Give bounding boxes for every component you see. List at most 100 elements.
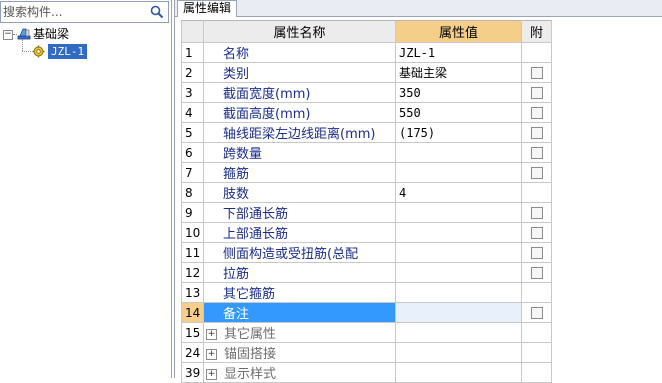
property-value-cell[interactable]: 4: [395, 182, 522, 203]
rownum-header: [181, 20, 204, 43]
table-row[interactable]: 10 上部通长筋: [181, 222, 552, 243]
property-name-cell[interactable]: 名称: [203, 42, 396, 63]
property-value-cell[interactable]: [395, 202, 522, 223]
property-value-cell[interactable]: 基础主梁: [395, 62, 522, 83]
property-name-cell[interactable]: 其它箍筋: [203, 282, 396, 303]
property-name-cell[interactable]: 截面高度(mm): [203, 102, 396, 123]
tree-connector: [22, 39, 23, 51]
property-name-cell[interactable]: 上部通长筋: [203, 222, 396, 243]
property-value-cell[interactable]: [395, 162, 522, 183]
property-value-cell[interactable]: [395, 242, 522, 263]
property-name-text: 下部通长筋: [223, 207, 289, 222]
table-row[interactable]: 4 截面高度(mm) 550: [181, 102, 552, 123]
extra-column-header[interactable]: 附: [521, 20, 552, 43]
search-button[interactable]: [147, 3, 167, 21]
table-row[interactable]: 12 拉筋: [181, 262, 552, 283]
property-value-cell[interactable]: [395, 342, 522, 363]
property-name-cell[interactable]: 类别: [203, 62, 396, 83]
property-name-cell[interactable]: 肢数: [203, 182, 396, 203]
value-column-header[interactable]: 属性值: [395, 20, 522, 43]
property-name-text: 其它属性: [224, 327, 277, 342]
property-value-cell[interactable]: [395, 322, 522, 343]
property-name-cell[interactable]: + 其它属性: [203, 322, 396, 343]
row-number: 24: [181, 342, 204, 363]
property-value-cell[interactable]: (175): [395, 122, 522, 143]
table-row[interactable]: 6 跨数量: [181, 142, 552, 163]
row-number: 4: [181, 102, 204, 123]
tab-property-edit[interactable]: 属性编辑: [177, 0, 238, 17]
attach-checkbox[interactable]: [530, 107, 543, 119]
property-name-cell[interactable]: 跨数量: [203, 142, 396, 163]
expand-plus-icon[interactable]: +: [206, 369, 217, 380]
row-number: 2: [181, 62, 204, 83]
property-name-cell[interactable]: + 显示样式: [203, 362, 396, 383]
tree-item-root[interactable]: − 基础梁: [0, 26, 170, 43]
property-name-cell[interactable]: 下部通长筋: [203, 202, 396, 223]
tree-child-label: JZL-1: [48, 44, 88, 59]
attach-cell: [521, 82, 552, 103]
attach-checkbox[interactable]: [530, 147, 543, 159]
property-value-cell[interactable]: [395, 362, 522, 383]
attach-checkbox[interactable]: [530, 87, 543, 99]
property-value-cell[interactable]: [395, 142, 522, 163]
property-name-cell[interactable]: 拉筋: [203, 262, 396, 283]
property-name-text: 截面高度(mm): [223, 107, 311, 122]
table-row[interactable]: 8 肢数 4: [181, 182, 552, 203]
property-value-cell[interactable]: JZL-1: [395, 42, 522, 63]
property-name-text: 锚固搭接: [224, 347, 277, 362]
table-row[interactable]: 14 备注: [181, 302, 552, 323]
search-input[interactable]: [1, 2, 143, 22]
property-value-cell[interactable]: [395, 282, 522, 303]
table-row[interactable]: 15 + 其它属性: [181, 322, 552, 343]
property-name-cell[interactable]: 备注: [203, 302, 396, 323]
name-column-header[interactable]: 属性名称: [203, 20, 396, 43]
property-name-text: 类别: [223, 67, 250, 82]
row-number: 9: [181, 202, 204, 223]
property-value-cell[interactable]: 350: [395, 82, 522, 103]
table-row[interactable]: 1 名称 JZL-1: [181, 42, 552, 63]
property-name-cell[interactable]: 箍筋: [203, 162, 396, 183]
table-row[interactable]: 5 轴线距梁左边线距离(mm) (175): [181, 122, 552, 143]
property-value-cell[interactable]: [395, 222, 522, 243]
property-name-cell[interactable]: 侧面构造或受扭筋(总配: [203, 242, 396, 263]
attach-checkbox[interactable]: [530, 67, 543, 79]
attach-checkbox[interactable]: [530, 247, 543, 259]
collapse-minus-icon[interactable]: −: [3, 30, 13, 40]
table-row[interactable]: 9 下部通长筋: [181, 202, 552, 223]
property-name-cell[interactable]: 轴线距梁左边线距离(mm): [203, 122, 396, 143]
attach-checkbox[interactable]: [530, 167, 543, 179]
expand-plus-icon[interactable]: +: [206, 329, 217, 340]
beam-component-icon: [17, 28, 31, 40]
table-row[interactable]: 7 箍筋: [181, 162, 552, 183]
search-box: [0, 1, 169, 23]
attach-checkbox[interactable]: [530, 267, 543, 279]
expand-plus-icon[interactable]: +: [206, 349, 217, 360]
table-row[interactable]: 3 截面宽度(mm) 350: [181, 82, 552, 103]
attach-cell: [521, 182, 552, 203]
property-name-cell[interactable]: + 锚固搭接: [203, 342, 396, 363]
attach-checkbox[interactable]: [530, 307, 543, 319]
property-value-cell[interactable]: [395, 262, 522, 283]
property-name-text: 备注: [223, 307, 250, 322]
property-name-cell[interactable]: 截面宽度(mm): [203, 82, 396, 103]
attach-checkbox[interactable]: [530, 207, 543, 219]
tree-item-child[interactable]: JZL-1: [0, 39, 170, 60]
table-row[interactable]: 13 其它箍筋: [181, 282, 552, 303]
property-name-text: 上部通长筋: [223, 227, 289, 242]
table-row[interactable]: 2 类别 基础主梁: [181, 62, 552, 83]
gear-icon: [32, 45, 45, 58]
table-row[interactable]: 24 + 锚固搭接: [181, 342, 552, 363]
component-tree: − 基础梁 JZL-1: [0, 26, 170, 60]
property-value-cell[interactable]: 550: [395, 102, 522, 123]
table-row[interactable]: 11 侧面构造或受扭筋(总配: [181, 242, 552, 263]
attach-checkbox[interactable]: [530, 127, 543, 139]
property-value-cell[interactable]: [395, 302, 522, 323]
attach-cell: [521, 362, 552, 383]
property-name-text: 肢数: [223, 187, 250, 202]
table-row[interactable]: 39 + 显示样式: [181, 362, 552, 383]
row-number: 10: [181, 222, 204, 243]
attach-cell: [521, 162, 552, 183]
row-number: 8: [181, 182, 204, 203]
attach-checkbox[interactable]: [530, 227, 543, 239]
attach-cell: [521, 262, 552, 283]
